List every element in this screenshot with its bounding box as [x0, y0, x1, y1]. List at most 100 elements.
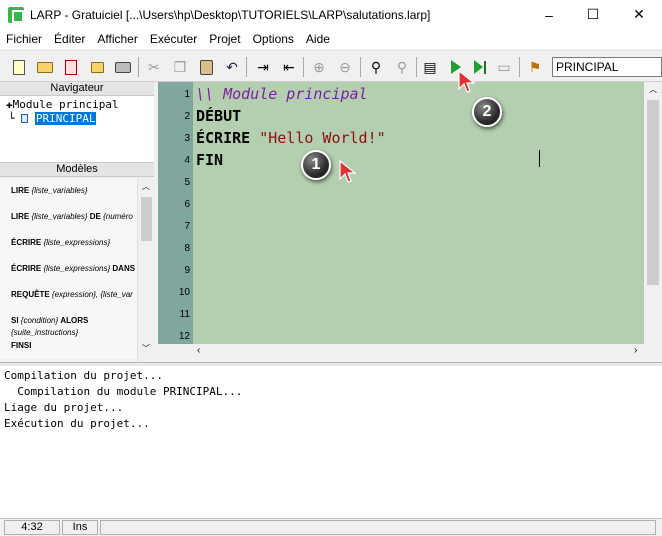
line-number: 10 — [178, 287, 190, 298]
template-item[interactable]: FINSI — [11, 341, 31, 350]
template-item[interactable]: LIRE {liste_variables} — [11, 186, 88, 195]
open-folder-icon[interactable] — [35, 57, 55, 77]
copy-icon[interactable]: ❐ — [170, 57, 190, 77]
template-item[interactable]: ÉCRIRE {liste_expressions} — [11, 238, 110, 247]
toolbar-separator — [303, 57, 304, 77]
minimize-button[interactable]: – — [526, 0, 572, 29]
template-item[interactable]: SI {condition} ALORS — [11, 316, 88, 325]
code-line-fin: FIN — [196, 151, 224, 169]
editor-horizontal-scrollbar[interactable]: ‹ › — [193, 344, 644, 361]
line-number: 7 — [184, 221, 190, 232]
toolbar-separator — [360, 57, 361, 77]
text-caret — [539, 150, 540, 167]
window-title: LARP - Gratuiciel [...\Users\hp\Desktop\… — [30, 7, 431, 22]
templates-header: Modèles — [0, 163, 154, 177]
menu-executer[interactable]: Exécuter — [144, 29, 203, 49]
tree-item-module-principal[interactable]: ✚Module principal — [6, 98, 119, 111]
line-number: 9 — [184, 265, 190, 276]
file-icon — [21, 114, 29, 123]
template-item[interactable]: REQUÊTE {expression}, {liste_var — [11, 290, 133, 299]
output-line: Exécution du projet... — [4, 417, 150, 430]
line-number: 1 — [184, 89, 190, 100]
indent-icon[interactable]: ⇥ — [253, 57, 273, 77]
toolbar-separator — [138, 57, 139, 77]
toolbar-separator — [519, 57, 520, 77]
line-number: 11 — [179, 309, 190, 320]
zoom-out-icon[interactable]: ⊖ — [335, 57, 355, 77]
menu-editer[interactable]: Éditer — [48, 29, 91, 49]
folder-icon[interactable] — [87, 57, 107, 77]
mouse-pointer-icon — [339, 160, 357, 183]
menu-afficher[interactable]: Afficher — [91, 29, 143, 49]
output-line: Compilation du module PRINCIPAL... — [4, 385, 243, 398]
maximize-button[interactable]: ☐ — [570, 0, 616, 29]
template-item[interactable]: LIRE {liste_variables} DE {numéro — [11, 212, 133, 221]
templates-list: LIRE {liste_variables} LIRE {liste_varia… — [0, 179, 137, 359]
compile-icon[interactable]: ▤ — [420, 57, 440, 77]
code-area[interactable]: \\ Module principal DÉBUT ÉCRIRE "Hello … — [193, 82, 644, 344]
editor-vertical-scrollbar[interactable]: ︿ — [644, 82, 662, 344]
line-number: 6 — [184, 199, 190, 210]
undo-icon[interactable]: ↶ — [222, 57, 242, 77]
expand-icon[interactable]: ✚ — [6, 98, 13, 111]
tree-item-principal[interactable]: └ PRINCIPAL — [8, 112, 97, 125]
line-number: 2 — [184, 111, 190, 122]
find-icon[interactable]: ⚲ — [366, 57, 386, 77]
paste-icon[interactable] — [196, 57, 216, 77]
line-number: 5 — [184, 177, 190, 188]
scroll-thumb[interactable] — [141, 197, 152, 241]
toolbar-separator — [246, 57, 247, 77]
status-bar: 4:32 Ins — [0, 518, 662, 536]
menu-aide[interactable]: Aide — [300, 29, 336, 49]
line-number: 4 — [184, 155, 190, 166]
menu-bar: Fichier Éditer Afficher Exécuter Projet … — [0, 29, 662, 49]
scroll-up-icon[interactable]: ︿ — [142, 181, 150, 192]
status-message — [100, 520, 656, 535]
menu-fichier[interactable]: Fichier — [0, 29, 48, 49]
save-icon[interactable] — [61, 57, 81, 77]
output-line: Liage du projet... — [4, 401, 124, 414]
templates-panel: Modèles LIRE {liste_variables} LIRE {lis… — [0, 162, 154, 361]
line-number: 8 — [184, 243, 190, 254]
tree-item-label-selected: PRINCIPAL — [34, 112, 97, 125]
cut-icon[interactable]: ✂ — [144, 57, 164, 77]
toolbar: ✂ ❐ ↶ ⇥ ⇤ ⊕ ⊖ ⚲ ⚲ ▤ ▭ ⚑ PRINCIPAL — [0, 50, 662, 82]
zoom-in-icon[interactable]: ⊕ — [309, 57, 329, 77]
navigator-panel: Navigateur ✚Module principal └ PRINCIPAL — [0, 82, 154, 162]
scroll-up-icon[interactable]: ︿ — [649, 84, 657, 95]
code-line-comment: \\ Module principal — [196, 85, 368, 103]
replace-icon[interactable]: ⚲ — [392, 57, 412, 77]
scroll-down-icon[interactable]: ﹀ — [142, 343, 150, 354]
module-select[interactable]: PRINCIPAL — [552, 57, 662, 77]
close-button[interactable]: ✕ — [616, 0, 662, 29]
tree-item-label: Module principal — [12, 98, 119, 111]
insert-mode: Ins — [62, 520, 98, 535]
toolbar-separator — [416, 57, 417, 77]
scroll-left-icon[interactable]: ‹ — [197, 345, 200, 356]
scroll-right-icon[interactable]: › — [634, 345, 637, 356]
callout-marker-2: 2 — [472, 97, 502, 127]
template-item[interactable]: ÉCRIRE {liste_expressions} DANS — [11, 264, 135, 273]
line-number: 12 — [178, 331, 190, 342]
menu-projet[interactable]: Projet — [203, 29, 246, 49]
scroll-thumb[interactable] — [647, 100, 659, 285]
cursor-position: 4:32 — [4, 520, 60, 535]
outdent-icon[interactable]: ⇤ — [279, 57, 299, 77]
print-icon[interactable] — [113, 57, 133, 77]
menu-options[interactable]: Options — [247, 29, 300, 49]
tree-branch-icon: └ — [8, 112, 15, 125]
module-icon[interactable]: ⚑ — [525, 57, 545, 77]
output-console: Compilation du projet... Compilation du … — [0, 366, 662, 518]
code-line-ecrire: ÉCRIRE "Hello World!" — [196, 129, 386, 147]
line-number: 3 — [184, 133, 190, 144]
callout-marker-1: 1 — [301, 150, 331, 180]
navigator-header: Navigateur — [0, 82, 154, 96]
code-editor: 1 2 3 4 5 6 7 8 9 10 11 12 \\ Module pri… — [158, 82, 662, 362]
app-icon — [8, 6, 24, 23]
line-number-gutter: 1 2 3 4 5 6 7 8 9 10 11 12 — [158, 82, 193, 344]
template-item[interactable]: {suite_instructions} — [11, 328, 78, 337]
console-icon[interactable]: ▭ — [494, 57, 514, 77]
new-file-icon[interactable] — [9, 57, 29, 77]
templates-scrollbar[interactable]: ︿ ﹀ — [137, 179, 154, 361]
output-line: Compilation du projet... — [4, 369, 163, 382]
